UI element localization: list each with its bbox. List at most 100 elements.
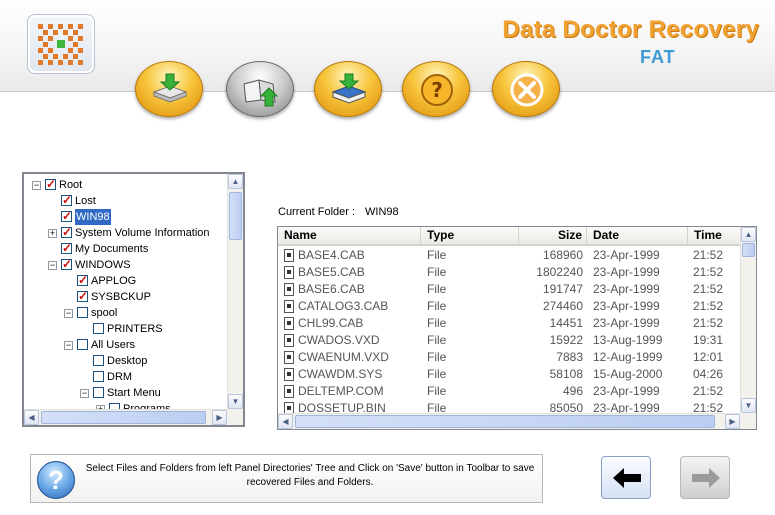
file-cell-time: 21:52 <box>693 316 724 330</box>
scroll-up-arrow-icon[interactable]: ▲ <box>741 227 756 242</box>
file-cell-size: 496 <box>562 384 583 398</box>
file-cell-name: BASE5.CAB <box>298 265 365 279</box>
file-row[interactable]: DELTEMP.COM File 496 23-Apr-1999 21:52 <box>278 383 740 400</box>
help-text: Select Files and Folders from left Panel… <box>85 463 535 488</box>
scroll-left-arrow-icon[interactable]: ◀ <box>278 414 293 429</box>
file-cell-date: 23-Apr-1999 <box>593 401 660 413</box>
file-cell-type: File <box>427 248 447 262</box>
tree-item-label: My Documents <box>75 243 149 255</box>
tree-item-label: APPLOG <box>91 275 137 287</box>
tree-item-label: Programs <box>123 403 171 409</box>
file-icon <box>284 266 294 279</box>
file-cell-size: 85050 <box>549 401 583 413</box>
file-cell-name: CATALOG3.CAB <box>298 299 389 313</box>
file-cell-date: 23-Apr-1999 <box>593 384 660 398</box>
file-row[interactable]: CWAENUM.VXD File 7883 12-Aug-1999 12:01 <box>278 349 740 366</box>
save-button[interactable] <box>135 61 203 117</box>
scroll-left-arrow-icon[interactable]: ◀ <box>24 410 39 425</box>
collapse-icon[interactable]: − <box>64 309 73 318</box>
file-list[interactable]: Name Type Size Date Time BASE4.CAB File 16… <box>277 226 757 430</box>
open-button[interactable] <box>226 61 294 117</box>
file-cell-date: 13-Aug-1999 <box>593 333 663 347</box>
file-row[interactable]: CWADOS.VXD File 15922 13-Aug-1999 19:31 <box>278 332 740 349</box>
tree-item-checkbox[interactable] <box>93 323 104 334</box>
file-cell-size: 1802240 <box>536 265 583 279</box>
tree-item-label: System Volume Information <box>75 227 210 239</box>
tree-item-label: Root <box>59 179 83 191</box>
tree-item-checkbox[interactable] <box>61 208 72 224</box>
scroll-right-arrow-icon[interactable]: ▶ <box>725 414 740 429</box>
file-row[interactable]: CWAWDM.SYS File 58108 15-Aug-2000 04:26 <box>278 366 740 383</box>
file-row[interactable]: CHL99.CAB File 14451 23-Apr-1999 21:52 <box>278 315 740 332</box>
column-header-date[interactable]: Date <box>587 227 688 244</box>
expand-icon[interactable]: + <box>48 229 57 238</box>
collapse-icon[interactable]: − <box>32 181 41 190</box>
file-row[interactable]: DOSSETUP.BIN File 85050 23-Apr-1999 21:52 <box>278 400 740 413</box>
directory-tree[interactable]: − Root Lost WIN98 + System Volume Information… <box>22 172 245 427</box>
scroll-thumb[interactable] <box>229 192 242 240</box>
file-list-viewport: Name Type Size Date Time BASE4.CAB File 16… <box>278 227 740 413</box>
tree-item-checkbox[interactable] <box>93 387 104 398</box>
tree-item-checkbox[interactable] <box>77 307 88 318</box>
scroll-down-arrow-icon[interactable]: ▼ <box>228 394 243 409</box>
exit-button[interactable] <box>492 61 560 117</box>
tree-item-checkbox[interactable] <box>77 272 88 288</box>
tree-item-checkbox[interactable] <box>61 224 72 240</box>
tree-vertical-scrollbar[interactable]: ▲ ▼ <box>227 174 243 409</box>
scroll-thumb[interactable] <box>295 415 715 428</box>
file-cell-name: DELTEMP.COM <box>298 384 384 398</box>
scroll-thumb[interactable] <box>742 243 755 257</box>
next-button[interactable] <box>680 456 730 499</box>
file-cell-date: 23-Apr-1999 <box>593 299 660 313</box>
update-button[interactable] <box>314 61 382 117</box>
scroll-corner <box>227 409 243 425</box>
file-icon <box>284 283 294 296</box>
tree-item-checkbox[interactable] <box>77 288 88 304</box>
file-row[interactable]: BASE5.CAB File 1802240 23-Apr-1999 21:52 <box>278 264 740 281</box>
tree-item-checkbox[interactable] <box>45 176 56 192</box>
column-header-type[interactable]: Type <box>421 227 519 244</box>
file-cell-time: 12:01 <box>693 350 724 364</box>
column-header-time[interactable]: Time <box>688 227 740 244</box>
tree-item-checkbox[interactable] <box>93 371 104 382</box>
scroll-thumb[interactable] <box>41 411 206 424</box>
tree-item-checkbox[interactable] <box>93 355 104 366</box>
list-horizontal-scrollbar[interactable]: ◀ ▶ <box>278 413 740 429</box>
tree-item-checkbox[interactable] <box>61 256 72 272</box>
scroll-right-arrow-icon[interactable]: ▶ <box>212 410 227 425</box>
file-icon <box>284 368 294 381</box>
collapse-icon[interactable]: − <box>80 389 89 398</box>
collapse-icon[interactable]: − <box>48 261 57 270</box>
column-header-size[interactable]: Size <box>519 227 587 244</box>
file-row[interactable]: CATALOG3.CAB File 274460 23-Apr-1999 21:52 <box>278 298 740 315</box>
collapse-icon[interactable]: − <box>64 341 73 350</box>
file-cell-name: CHL99.CAB <box>298 316 364 330</box>
file-cell-type: File <box>427 299 447 313</box>
app-logo <box>27 14 95 74</box>
file-cell-time: 21:52 <box>693 299 724 313</box>
scroll-up-arrow-icon[interactable]: ▲ <box>228 174 243 189</box>
file-cell-date: 12-Aug-1999 <box>593 350 663 364</box>
tree-item-checkbox[interactable] <box>61 240 72 256</box>
save-disk-icon <box>152 73 188 103</box>
file-row[interactable]: BASE4.CAB File 168960 23-Apr-1999 21:52 <box>278 247 740 264</box>
file-cell-date: 23-Apr-1999 <box>593 282 660 296</box>
list-vertical-scrollbar[interactable]: ▲ ▼ <box>740 227 756 413</box>
brand-title: Data Doctor Recovery <box>502 16 759 43</box>
file-cell-time: 04:26 <box>693 367 724 381</box>
back-button[interactable] <box>601 456 651 499</box>
file-cell-size: 168960 <box>542 248 583 262</box>
help-button[interactable]: ? <box>402 61 470 117</box>
file-cell-type: File <box>427 384 447 398</box>
tree-item-checkbox[interactable] <box>77 339 88 350</box>
file-row[interactable]: BASE6.CAB File 191747 23-Apr-1999 21:52 <box>278 281 740 298</box>
file-cell-type: File <box>427 367 447 381</box>
scroll-down-arrow-icon[interactable]: ▼ <box>741 398 756 413</box>
arrow-right-icon <box>692 468 720 488</box>
tree-item-label: Desktop <box>107 355 148 367</box>
tree-item-label: DRM <box>107 371 133 383</box>
tree-horizontal-scrollbar[interactable]: ◀ ▶ <box>24 409 227 425</box>
header: Data Doctor Recovery FAT <box>0 0 775 92</box>
tree-item-checkbox[interactable] <box>61 192 72 208</box>
column-header-name[interactable]: Name <box>278 227 421 244</box>
